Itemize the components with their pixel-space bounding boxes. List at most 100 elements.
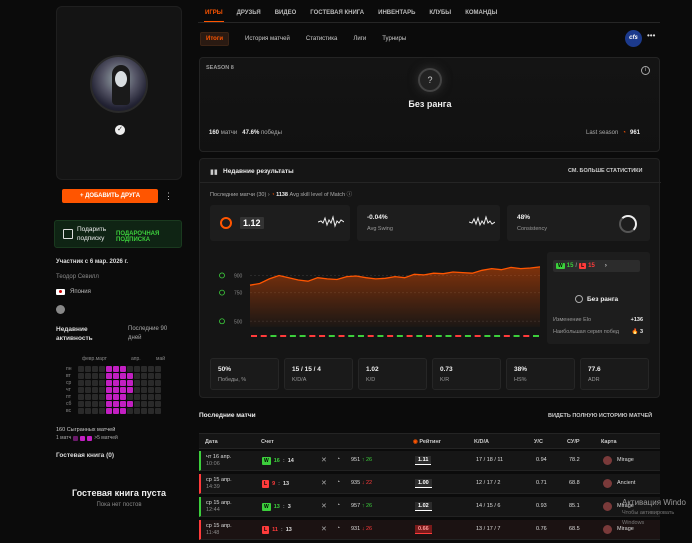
see-more-stats-link[interactable]: СМ. БОЛЬШЕ СТАТИСТИКИ xyxy=(568,168,642,174)
score-separator: : xyxy=(280,527,283,533)
gift-subscription-link[interactable]: ПОДАРОЧНАЯ ПОДПИСКА xyxy=(116,231,181,243)
heatmap-cell xyxy=(92,401,98,407)
more-options-icon[interactable]: ⋮ xyxy=(164,189,173,203)
heatmap-cell xyxy=(92,373,98,379)
heatmap-cell xyxy=(134,387,140,393)
full-history-link[interactable]: ВИДЕТЬ ПОЛНУЮ ИСТОРИЮ МАТЧЕЙ xyxy=(548,413,652,419)
divider xyxy=(200,182,661,183)
result-win-mark xyxy=(445,335,452,337)
score-enemy: 13 xyxy=(285,527,292,533)
consistency-box: 48% Consistency xyxy=(507,205,650,241)
heatmap-cell xyxy=(120,394,126,400)
elo-value: 935 xyxy=(351,480,361,486)
match-score: W 16:14 xyxy=(262,457,294,465)
col-kda[interactable]: K/D/A xyxy=(474,439,489,445)
rank-text: Без ранга xyxy=(408,99,452,109)
bars-icon: ▮▮ xyxy=(210,169,218,176)
avatar[interactable] xyxy=(90,55,148,113)
elo-icon xyxy=(220,217,232,229)
tab-guestbook[interactable]: ГОСТЕВАЯ КНИГА xyxy=(310,10,364,16)
day-label: пт xyxy=(66,394,71,400)
month-label: май xyxy=(156,356,166,362)
tab-video[interactable]: ВИДЕО xyxy=(275,10,297,16)
tab-clubs[interactable]: КЛУБЫ xyxy=(429,10,451,16)
loss-badge: L xyxy=(579,263,587,269)
match-kd: 0.93 xyxy=(536,503,547,509)
info-icon[interactable]: i xyxy=(641,66,650,75)
consistency-label: Consistency xyxy=(517,226,547,232)
match-elo: 957 ↑ 26 xyxy=(351,503,372,509)
subtab-leagues[interactable]: Лиги xyxy=(353,36,366,42)
col-date[interactable]: Дата xyxy=(205,439,218,445)
score-enemy: 3 xyxy=(287,504,291,510)
result-loss-mark xyxy=(367,335,374,337)
result-badge: W xyxy=(262,503,271,511)
heatmap-cell xyxy=(155,408,161,414)
tab-games[interactable]: ИГРЫ xyxy=(205,10,223,16)
kpi-kd: 1.02 K/D xyxy=(358,358,427,390)
subtab-history[interactable]: История матчей xyxy=(245,36,290,42)
add-friend-button[interactable]: + ДОБАВИТЬ ДРУГА xyxy=(62,189,158,203)
match-rating: 1.11 xyxy=(415,456,432,465)
heatmap-cell xyxy=(92,408,98,414)
heatmap-cell xyxy=(92,366,98,372)
country: Япония xyxy=(70,289,91,295)
heatmap-cell xyxy=(106,408,112,414)
result-badge: L xyxy=(262,526,270,534)
wave-icon xyxy=(469,215,495,227)
tab-inventory[interactable]: ИНВЕНТАРЬ xyxy=(378,10,415,16)
y-tick-label: 500 xyxy=(234,319,243,325)
col-rating[interactable]: ◉ Рейтинг xyxy=(413,439,441,445)
day-label: сб xyxy=(66,401,72,407)
col-score[interactable]: Счет xyxy=(261,439,274,445)
more-icon[interactable]: ••• xyxy=(647,31,655,40)
elo-value: 957 xyxy=(351,503,361,509)
subtab-tournaments[interactable]: Турниры xyxy=(382,36,406,42)
match-time: 11:48 xyxy=(206,530,220,536)
match-adr: 78.2 xyxy=(569,457,580,463)
level-icon xyxy=(219,272,225,279)
col-map[interactable]: Карта xyxy=(601,439,617,445)
heatmap-cell xyxy=(106,387,112,393)
side-rank: Без ранга xyxy=(575,295,618,303)
result-loss-mark xyxy=(251,335,257,337)
day-label: чт xyxy=(66,387,71,393)
cfs-badge[interactable]: cfs xyxy=(625,30,642,47)
subtab-stats[interactable]: Статистика xyxy=(306,36,338,42)
tab-teams[interactable]: КОМАНДЫ xyxy=(465,10,497,16)
heatmap-cell xyxy=(106,394,112,400)
col-adr[interactable]: СУ/Р xyxy=(567,439,580,445)
col-kd[interactable]: У/С xyxy=(534,439,543,445)
subtab-summary[interactable]: Итоги xyxy=(200,32,230,46)
result-win-mark xyxy=(348,335,355,337)
watermark-line2: Чтобы активировать Windows xyxy=(622,510,675,526)
wins-count: 15 xyxy=(566,263,574,269)
tab-friends[interactable]: ДРУЗЬЯ xyxy=(237,10,261,16)
win-loss-row[interactable]: W 15 / L 15 › xyxy=(553,260,640,272)
side-rank-text: Без ранга xyxy=(587,295,619,303)
heatmap-cell xyxy=(148,373,154,379)
profile-name: Теодор Севилл xyxy=(56,274,99,280)
win-badge: W xyxy=(556,263,565,269)
heatmap-cell xyxy=(127,366,133,372)
heatmap-cell xyxy=(127,387,133,393)
kpi-label: K/D/A xyxy=(292,377,307,383)
table-row[interactable]: ср 15 апр. 14:39 L 9:13 ✕ ◔ 935 ↓ 22 1.00 12 / 1… xyxy=(199,474,660,494)
guestbook-sub: Пока нет постов xyxy=(96,502,142,508)
table-row[interactable]: ср 15 апр. 11:48 L 11:13 ✕ ◔ 931 ↓ 26 0.66 13 / … xyxy=(199,520,660,540)
table-row[interactable]: чт 16 апр. 10:06 W 16:14 ✕ ◔ 951 ↑ 26 1.11 17 / … xyxy=(199,451,660,471)
heatmap-cell xyxy=(99,408,105,414)
heatmap-cell xyxy=(99,401,105,407)
steam-icon[interactable] xyxy=(56,305,65,314)
match-time: 12:44 xyxy=(206,507,220,513)
match-elo: 931 ↓ 26 xyxy=(351,526,372,532)
last-matches-label: Последние матчи (30) xyxy=(210,192,267,198)
elo-value: 1.12 xyxy=(240,217,264,229)
matches-table-header: Дата Счет ◉ Рейтинг K/D/A У/С СУ/Р Карта xyxy=(199,433,660,449)
heatmap-cell xyxy=(106,380,112,386)
score-own: 9 xyxy=(272,481,276,487)
table-row[interactable]: ср 15 апр. 12:44 W 13:3 ✕ ◔ 957 ↑ 26 1.02 14 / 1… xyxy=(199,497,660,517)
result-win-mark xyxy=(299,335,306,337)
sub-nav: Итоги История матчей Статистика Лиги Тур… xyxy=(200,32,406,46)
watermark-line1: Активация Windo xyxy=(622,498,686,507)
